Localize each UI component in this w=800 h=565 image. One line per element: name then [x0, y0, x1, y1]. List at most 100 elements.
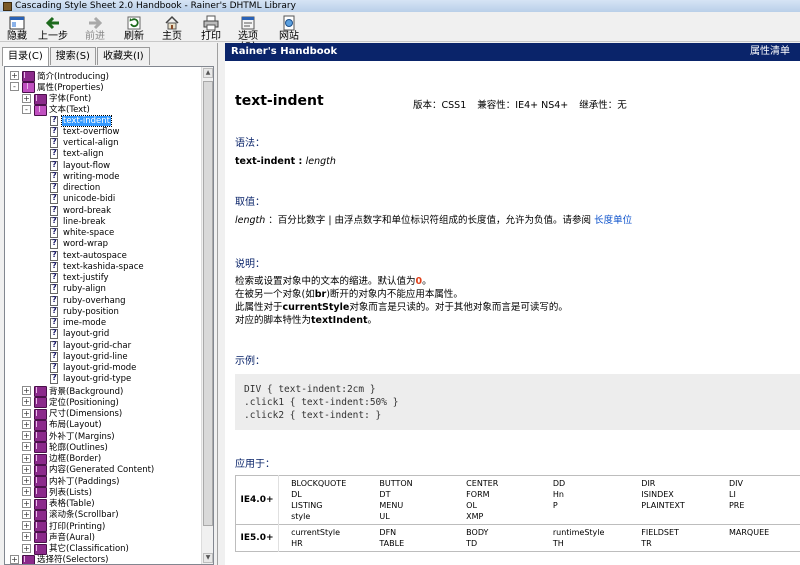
expand-icon[interactable]: +: [22, 521, 31, 530]
browser-version: IE4.0+: [235, 475, 280, 525]
page-title: text-indent: [235, 93, 324, 109]
tree-item[interactable]: ime-mode: [50, 317, 107, 329]
expand-icon[interactable]: +: [22, 476, 31, 485]
tree-item[interactable]: layout-grid-mode: [50, 362, 137, 374]
home-button[interactable]: 主页: [161, 15, 183, 42]
tree-scrollbar[interactable]: ▲ ▼: [201, 67, 213, 564]
note-line-1: 检索或设置对象中的文本的缩进。默认值为0。: [235, 276, 432, 287]
tree-item-label: 内容(Generated Content): [49, 465, 155, 476]
tree-item[interactable]: + 简介(Introducing): [10, 70, 110, 82]
tree-item[interactable]: ruby-align: [50, 283, 107, 295]
collapse-icon[interactable]: -: [22, 104, 31, 114]
tree-item[interactable]: + 尺寸(Dimensions): [22, 408, 123, 420]
tree-item[interactable]: unicode-bidi: [50, 193, 116, 205]
tree-item[interactable]: + 声音(Aural): [22, 531, 96, 544]
tree-item[interactable]: text-kashida-space: [50, 261, 145, 272]
tree-item[interactable]: layout-flow: [50, 160, 111, 171]
scroll-down-arrow-icon[interactable]: ▼: [203, 553, 213, 563]
expand-icon[interactable]: +: [10, 554, 19, 564]
element-column: CENTER FORM OL XMP: [454, 475, 541, 525]
tree-item[interactable]: layout-grid-type: [50, 373, 132, 385]
tree-item-label: 轮廓(Outlines): [49, 442, 108, 453]
property-list-link[interactable]: 属性清单: [750, 43, 790, 61]
tree-item[interactable]: + 轮廓(Outlines): [22, 441, 109, 454]
tree-item[interactable]: layout-grid-char: [50, 340, 132, 351]
expand-icon[interactable]: +: [22, 408, 31, 418]
tree-item[interactable]: writing-mode: [50, 171, 120, 182]
tree-item[interactable]: + 字体(Font): [22, 93, 92, 105]
expand-icon[interactable]: +: [22, 498, 31, 508]
tree-item[interactable]: direction: [50, 182, 101, 194]
expand-icon[interactable]: +: [22, 442, 31, 452]
tree-item[interactable]: + 表格(Table): [22, 498, 96, 510]
expand-icon[interactable]: +: [22, 419, 31, 429]
tree-item[interactable]: + 定位(Positioning): [22, 396, 120, 409]
tree-item[interactable]: + 布局(Layout): [22, 419, 103, 431]
back-button[interactable]: 上一步: [36, 15, 70, 42]
tree-item[interactable]: - 属性(Properties): [10, 81, 105, 94]
forward-button[interactable]: 前进: [84, 15, 106, 42]
tree-item-label: 表格(Table): [49, 499, 95, 509]
tree-item[interactable]: + 内容(Generated Content): [22, 464, 155, 476]
expand-icon[interactable]: +: [22, 386, 31, 395]
tree-item[interactable]: - 文本(Text): [22, 104, 91, 116]
tree-item-label: 边框(Border): [49, 454, 102, 464]
tree-item[interactable]: ruby-position: [50, 306, 120, 317]
refresh-button[interactable]: 刷新: [123, 15, 145, 42]
tree-item[interactable]: word-break: [50, 205, 112, 216]
scroll-up-arrow-icon[interactable]: ▲: [203, 68, 213, 78]
tab-contents[interactable]: 目录(C): [2, 47, 49, 66]
expand-icon[interactable]: +: [22, 509, 31, 519]
expand-icon[interactable]: +: [22, 543, 31, 553]
tree-item[interactable]: word-wrap: [50, 238, 109, 250]
tree-item-label: text-align: [63, 149, 104, 160]
applies-to-table: IE4.0+ BLOCKQUOTE DL LISTING style BUTTON DT ME…: [235, 475, 800, 552]
tree-item[interactable]: line-break: [50, 216, 106, 227]
expand-icon[interactable]: +: [22, 487, 31, 497]
options-icon: [241, 16, 255, 30]
tree-item-label: text-autospace: [63, 250, 127, 261]
hide-button[interactable]: 隐藏: [6, 15, 28, 42]
expand-icon[interactable]: +: [22, 397, 31, 407]
element-name: MARQUEE: [728, 528, 770, 537]
tree-item[interactable]: text-autospace: [50, 250, 128, 261]
tab-search[interactable]: 搜索(S): [49, 47, 96, 65]
tree-item[interactable]: ruby-overhang: [50, 295, 127, 306]
collapse-icon[interactable]: -: [10, 82, 19, 92]
expand-icon[interactable]: +: [22, 532, 31, 542]
tree-item[interactable]: text-justify: [50, 272, 110, 284]
length-units-link[interactable]: 长度单位: [594, 215, 632, 226]
scroll-thumb[interactable]: [203, 81, 213, 526]
help-page-icon: [50, 328, 58, 340]
tree-item[interactable]: + 打印(Printing): [22, 520, 106, 532]
tree-item[interactable]: + 选择符(Selectors): [10, 554, 109, 564]
tree-item[interactable]: vertical-align: [50, 137, 119, 149]
expand-icon[interactable]: +: [10, 71, 19, 80]
element-column: DD Hn P: [540, 475, 630, 525]
tree-item[interactable]: text-indent: [50, 114, 112, 127]
tree-item[interactable]: + 其它(Classification): [22, 543, 130, 555]
tree-item[interactable]: + 内补丁(Paddings): [22, 475, 120, 487]
tree-item[interactable]: + 列表(Lists): [22, 486, 93, 499]
element-column: BUTTON DT MENU UL: [367, 475, 455, 525]
pane-splitter[interactable]: [218, 43, 225, 565]
tree-item[interactable]: layout-grid-line: [50, 351, 129, 362]
tree-item[interactable]: layout-grid: [50, 328, 110, 340]
expand-icon[interactable]: +: [22, 453, 31, 463]
tree-item[interactable]: + 边框(Border): [22, 453, 102, 465]
help-page-icon: [50, 295, 58, 306]
tree-item[interactable]: + 背景(Background): [22, 385, 124, 397]
expand-icon[interactable]: +: [22, 93, 31, 103]
tree-item[interactable]: + 外补丁(Margins): [22, 430, 116, 442]
tree-item[interactable]: white-space: [50, 227, 115, 239]
tree-item-label: 内补丁(Paddings): [49, 476, 120, 487]
print-button[interactable]: 打印: [200, 15, 222, 42]
web-button[interactable]: 网站: [278, 15, 300, 42]
tree-item[interactable]: text-align: [50, 148, 105, 160]
expand-icon[interactable]: +: [22, 464, 31, 474]
expand-icon[interactable]: +: [22, 431, 31, 440]
element-name: DFN: [379, 528, 397, 537]
tree-item[interactable]: text-overflow: [50, 126, 120, 137]
tree-item[interactable]: + 滚动条(Scrollbar): [22, 509, 120, 521]
tab-favorites[interactable]: 收藏夹(I): [96, 47, 150, 65]
